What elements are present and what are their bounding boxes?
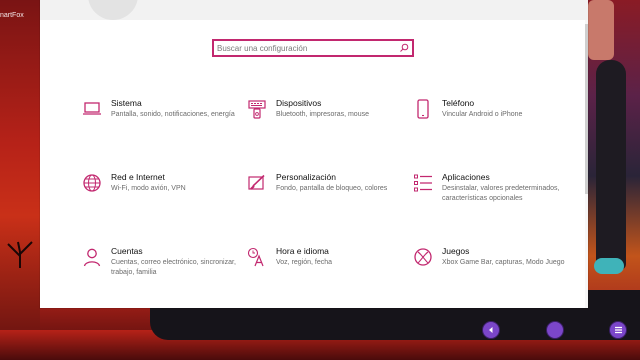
game-art-panel [588, 0, 640, 320]
tile-title: Hora e idioma [276, 246, 329, 256]
tree-silhouette-icon [7, 241, 33, 268]
tile-description: Fondo, pantalla de bloqueo, colores [276, 185, 388, 192]
settings-tile-personalizacion[interactable]: Personalización Fondo, pantalla de bloqu… [246, 172, 396, 216]
tile-description: Xbox Game Bar, capturas, Modo Juego [442, 259, 565, 266]
settings-tile-dispositivos[interactable]: Dispositivos Bluetooth, impresoras, mous… [246, 98, 396, 142]
settings-window: Sistema Pantalla, sonido, notificaciones… [40, 0, 588, 308]
tile-description: Pantalla, sonido, notificaciones, energí… [111, 111, 235, 118]
settings-tile-hora-idioma[interactable]: Hora e idioma Voz, región, fecha [246, 246, 396, 290]
tile-title: Dispositivos [276, 98, 322, 108]
settings-tile-sistema[interactable]: Sistema Pantalla, sonido, notificaciones… [81, 98, 235, 142]
settings-tile-red[interactable]: Red e Internet Wi-Fi, modo avión, VPN [81, 172, 231, 216]
xbox-icon [412, 246, 434, 268]
tile-title: Cuentas [111, 246, 143, 256]
tile-description: Bluetooth, impresoras, mouse [276, 111, 369, 118]
tile-title: Aplicaciones [442, 172, 490, 182]
tile-title: Sistema [111, 98, 142, 108]
phone-icon [412, 98, 434, 120]
circle-icon[interactable] [546, 321, 564, 339]
desktop-app-label[interactable]: nartFox [0, 12, 24, 19]
tile-description: Desinstalar, valores predeterminados, ca… [442, 185, 560, 202]
tile-description: Vincular Android o iPhone [442, 111, 523, 118]
globe-icon [81, 172, 103, 194]
settings-tile-aplicaciones[interactable]: Aplicaciones Desinstalar, valores predet… [412, 172, 562, 216]
list-icon[interactable] [609, 321, 627, 339]
search-input[interactable] [217, 42, 393, 54]
back-icon[interactable] [482, 321, 500, 339]
laptop-icon [81, 98, 103, 120]
search-box[interactable] [212, 39, 414, 57]
settings-tile-cuentas[interactable]: Cuentas Cuentas, correo electrónico, sin… [81, 246, 236, 290]
search-icon[interactable] [399, 43, 409, 53]
tile-title: Teléfono [442, 98, 475, 108]
tile-title: Personalización [276, 172, 337, 182]
tile-description: Cuentas, correo electrónico, sincronizar… [111, 259, 236, 276]
tile-description: Voz, región, fecha [276, 259, 333, 266]
tile-title: Juegos [442, 246, 470, 256]
tile-description: Wi-Fi, modo avión, VPN [111, 185, 186, 192]
devices-icon [246, 98, 268, 120]
character-body [596, 60, 626, 270]
character-shoe [594, 258, 624, 274]
paint-icon [246, 172, 268, 194]
settings-tile-telefono[interactable]: Teléfono Vincular Android o iPhone [412, 98, 562, 142]
settings-tile-juegos[interactable]: Juegos Xbox Game Bar, capturas, Modo Jue… [412, 246, 565, 290]
desktop-left-strip [0, 0, 40, 360]
character-arm [588, 0, 614, 60]
tile-title: Red e Internet [111, 172, 165, 182]
person-icon [81, 246, 103, 268]
scrollbar-thumb[interactable] [585, 24, 588, 194]
apps-list-icon [412, 172, 434, 194]
time-language-icon [246, 246, 268, 268]
